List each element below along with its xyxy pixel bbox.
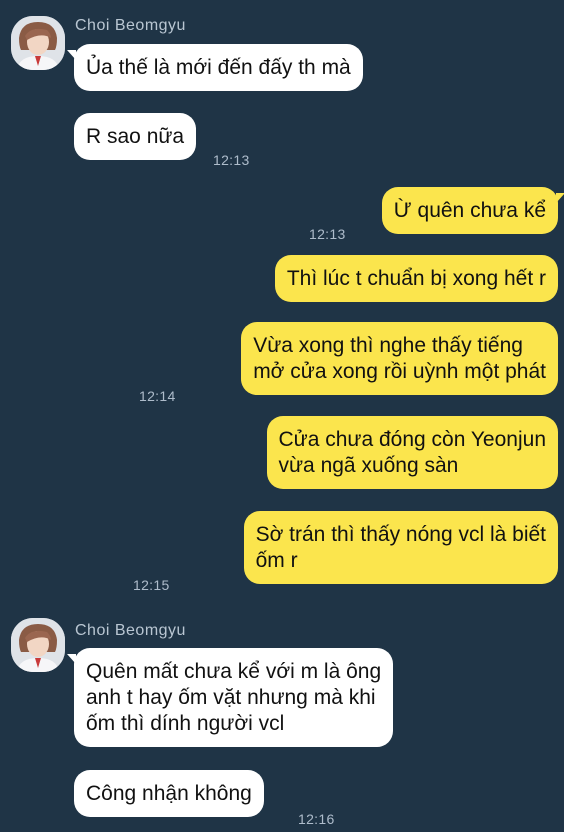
message-text-line: vừa ngã xuống sàn [278, 454, 459, 477]
message-timestamp: 12:13 [213, 152, 250, 168]
message-text-line: ốm thì dính người vcl [86, 712, 285, 735]
avatar-photo [11, 16, 65, 70]
message-text: Ủa thế là mới đến đấy th mà [86, 56, 351, 79]
avatar-photo [11, 618, 65, 672]
message-timestamp: 12:13 [309, 226, 346, 242]
message-bubble[interactable]: Cửa chưa đóng còn Yeonjun vừa ngã xuống … [266, 416, 558, 489]
message-text-line: mở cửa xong rồi uỳnh một phát [253, 360, 546, 383]
avatar[interactable] [11, 16, 65, 70]
message-bubble[interactable]: Quên mất chưa kể với m là ông anh t hay … [66, 648, 394, 747]
message-bubble[interactable]: Công nhận không [74, 770, 264, 817]
message-bubble[interactable]: Vừa xong thì nghe thấy tiếng mở cửa xong… [241, 322, 558, 395]
message-text-line: Cửa chưa đóng còn Yeonjun [278, 428, 547, 451]
message-text: Thì lúc t chuẩn bị xong hết r [286, 267, 546, 290]
message-text-line: Sờ trán thì thấy nóng vcl là biết [255, 523, 546, 546]
message-text: R sao nữa [86, 125, 185, 148]
message-bubble[interactable]: Sờ trán thì thấy nóng vcl là biết ốm r [243, 511, 558, 584]
message-timestamp: 12:15 [133, 577, 170, 593]
avatar[interactable] [11, 618, 65, 672]
message-text-line: Quên mất chưa kể với m là ông [86, 660, 382, 683]
message-bubble[interactable]: Ủa thế là mới đến đấy th mà [67, 44, 363, 91]
message-text-line: anh t hay ốm vặt nhưng mà khi [86, 686, 376, 709]
sender-name: Choi Beomgyu [75, 17, 186, 34]
message-text: Ừ quên chưa kể [393, 199, 546, 222]
message-timestamp: 12:14 [139, 388, 176, 404]
message-bubble[interactable]: R sao nữa [74, 113, 197, 160]
message-text: Công nhận không [86, 782, 252, 805]
sender-name: Choi Beomgyu [75, 622, 186, 639]
message-text-line: ốm r [255, 549, 298, 572]
message-bubble[interactable]: Ừ quên chưa kể [381, 187, 564, 234]
message-timestamp: 12:16 [298, 811, 335, 827]
message-bubble[interactable]: Thì lúc t chuẩn bị xong hết r [274, 255, 558, 302]
message-text-line: Vừa xong thì nghe thấy tiếng [253, 334, 523, 357]
